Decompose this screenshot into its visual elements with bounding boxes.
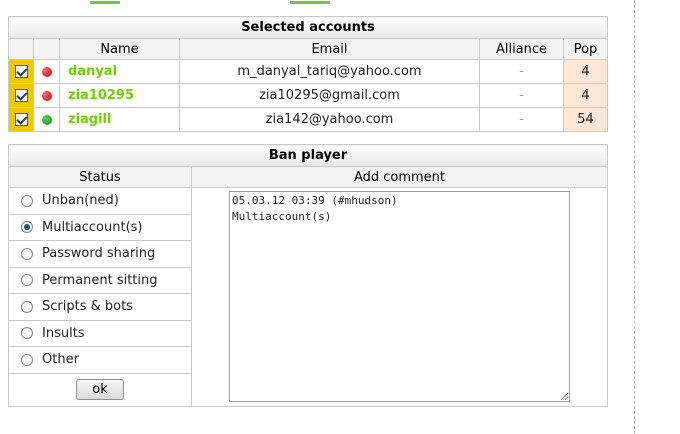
ban-option-label: Insults bbox=[42, 325, 85, 341]
ban-option-label: Password sharing bbox=[42, 246, 156, 262]
ban-status-options: Unban(ned) Multiaccount(s) Password shar… bbox=[8, 187, 192, 407]
name-column-header: Name bbox=[59, 38, 180, 60]
account-checkbox[interactable] bbox=[14, 65, 28, 78]
comment-column-header: Add comment bbox=[191, 166, 608, 188]
selected-accounts-table: Selected accounts Name Email Alliance Po… bbox=[8, 16, 608, 132]
ban-option-insults[interactable]: Insults bbox=[9, 321, 191, 347]
ban-player-form: Ban player Status Add comment Unban(ned)… bbox=[8, 144, 608, 407]
column-divider bbox=[634, 0, 635, 434]
checkbox-column-header bbox=[8, 38, 34, 60]
table-row: danyal m_danyal_tariq@yahoo.com - 4 bbox=[8, 59, 608, 84]
pop-column-header: Pop bbox=[563, 38, 608, 60]
ban-player-title: Ban player bbox=[8, 144, 608, 167]
ban-option-unban[interactable]: Unban(ned) bbox=[9, 188, 191, 215]
account-checkbox[interactable] bbox=[14, 89, 28, 102]
radio-button[interactable] bbox=[21, 353, 33, 366]
status-column-header: Status bbox=[8, 166, 192, 188]
account-checkbox[interactable] bbox=[14, 113, 28, 126]
player-email: zia10295@gmail.com bbox=[179, 83, 480, 108]
offline-status-icon bbox=[41, 90, 52, 101]
ok-button[interactable]: ok bbox=[76, 379, 124, 400]
top-link-fragments bbox=[60, 0, 400, 4]
ban-option-label: Scripts & bots bbox=[42, 299, 133, 315]
ban-option-label: Unban(ned) bbox=[42, 193, 119, 209]
status-dot-column-header bbox=[33, 38, 60, 60]
player-alliance: - bbox=[479, 59, 564, 84]
radio-button[interactable] bbox=[21, 274, 33, 287]
player-email: m_danyal_tariq@yahoo.com bbox=[179, 59, 480, 84]
email-column-header: Email bbox=[179, 38, 480, 60]
radio-button[interactable] bbox=[21, 247, 33, 260]
player-name-link[interactable]: ziagill bbox=[59, 107, 180, 132]
account-checkbox-cell bbox=[8, 107, 34, 132]
ban-option-password-sharing[interactable]: Password sharing bbox=[9, 241, 191, 268]
table-row: zia10295 zia10295@gmail.com - 4 bbox=[8, 83, 608, 108]
player-name-link[interactable]: zia10295 bbox=[59, 83, 180, 108]
alliance-column-header: Alliance bbox=[479, 38, 564, 60]
player-pop: 4 bbox=[563, 59, 608, 84]
offline-status-icon bbox=[41, 66, 52, 77]
table-row: ziagill zia142@yahoo.com - 54 bbox=[8, 107, 608, 132]
player-alliance: - bbox=[479, 83, 564, 108]
ban-option-multiaccount[interactable]: Multiaccount(s) bbox=[9, 215, 191, 241]
ban-option-scripts-bots[interactable]: Scripts & bots bbox=[9, 294, 191, 321]
radio-button[interactable] bbox=[21, 300, 33, 313]
online-status-icon bbox=[41, 114, 52, 125]
selected-accounts-title: Selected accounts bbox=[8, 16, 608, 39]
player-pop: 4 bbox=[563, 83, 608, 108]
ban-option-label: Other bbox=[42, 352, 79, 368]
ban-option-permanent-sitting[interactable]: Permanent sitting bbox=[9, 268, 191, 294]
account-checkbox-cell bbox=[8, 59, 34, 84]
ban-comment-textarea[interactable]: 05.03.12 03:39 (#mhudson) Multiaccount(s… bbox=[229, 191, 570, 402]
player-name-link[interactable]: danyal bbox=[59, 59, 180, 84]
player-alliance: - bbox=[479, 107, 564, 132]
radio-button[interactable] bbox=[21, 194, 33, 207]
ban-option-label: Permanent sitting bbox=[42, 272, 158, 288]
ban-option-other[interactable]: Other bbox=[9, 347, 191, 374]
player-pop: 54 bbox=[563, 107, 608, 132]
ban-option-label: Multiaccount(s) bbox=[42, 219, 143, 235]
radio-button-selected[interactable] bbox=[21, 221, 33, 234]
radio-button[interactable] bbox=[21, 327, 33, 340]
account-checkbox-cell bbox=[8, 83, 34, 108]
player-email: zia142@yahoo.com bbox=[179, 107, 480, 132]
